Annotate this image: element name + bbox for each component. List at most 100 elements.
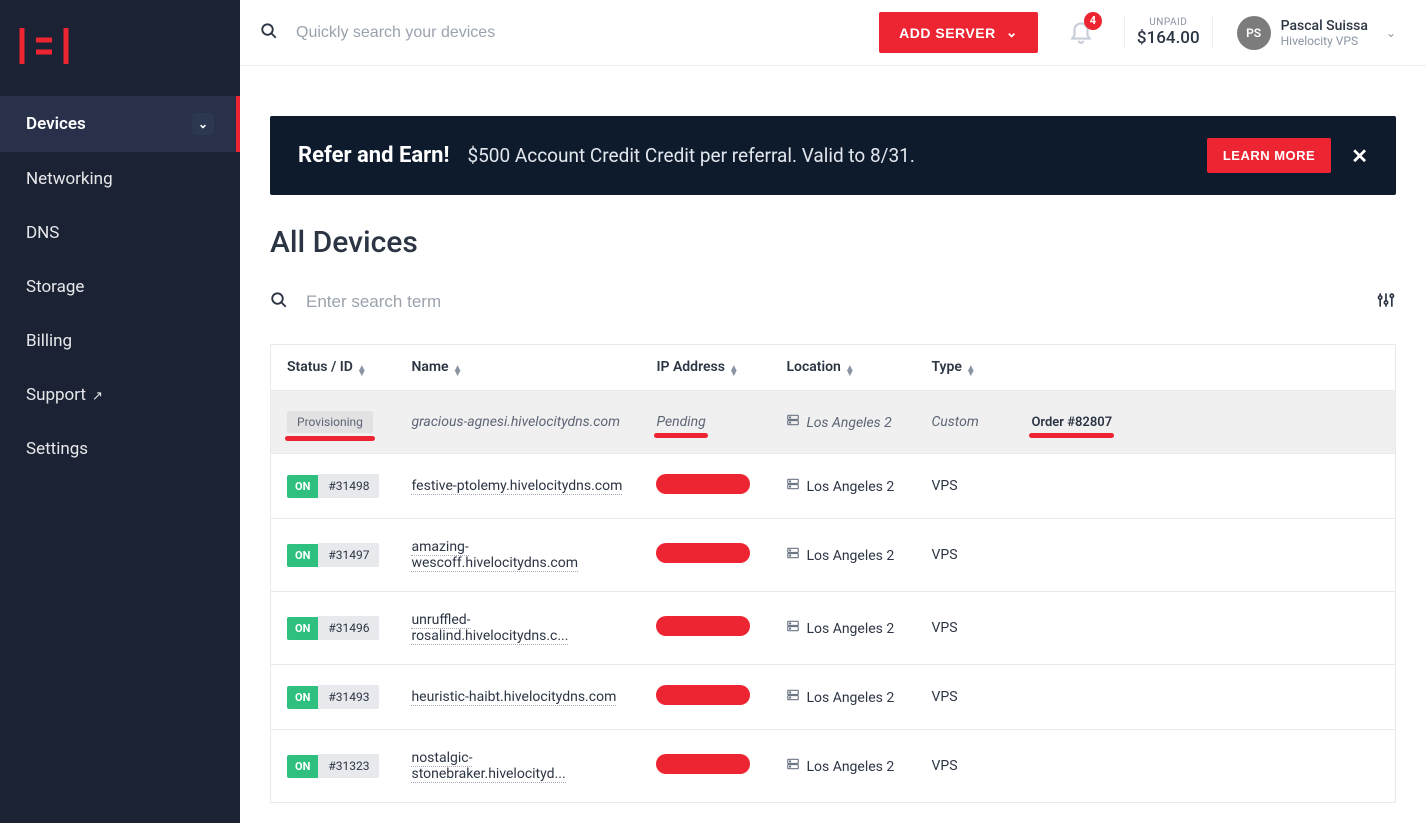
chevron-down-icon: ⌄ <box>192 113 214 135</box>
order-number: Order #82807 <box>1031 415 1112 430</box>
filter-icon[interactable] <box>1376 290 1396 315</box>
add-server-label: ADD SERVER <box>899 25 996 41</box>
device-id: #31323 <box>318 754 379 778</box>
notification-badge: 4 <box>1084 12 1102 30</box>
sidebar-item-label: Storage <box>26 277 84 297</box>
device-type: VPS <box>915 665 1015 730</box>
sidebar-item-settings[interactable]: Settings <box>0 422 240 476</box>
sidebar-item-support[interactable]: Support↗ <box>0 368 240 422</box>
table-row[interactable]: ON#31496 unruffled-rosalind.hivelocitydns… <box>271 592 1396 665</box>
status-badge: ON <box>287 686 318 709</box>
ip-pending: Pending <box>656 414 705 430</box>
status-cell: ON#31323 <box>287 754 379 778</box>
sidebar-item-devices[interactable]: Devices ⌄ <box>0 96 240 152</box>
table-row[interactable]: Provisioning gracious-agnesi.hivelocitydn… <box>271 391 1396 454</box>
ip-redacted <box>656 754 750 774</box>
nav: Devices ⌄ Networking DNS Storage Billing Suppo… <box>0 96 240 476</box>
table-row[interactable]: ON#31493 heuristic-haibt.hivelocitydns.co… <box>271 665 1396 730</box>
sidebar-item-label: Devices <box>26 114 86 134</box>
banner-text: $500 Account Credit Credit per referral.… <box>467 144 1206 167</box>
status-cell: ON#31496 <box>287 616 379 640</box>
device-type: VPS <box>915 454 1015 519</box>
table-toolbar <box>270 284 1396 320</box>
main: ADD SERVER ⌄ 4 UNPAID $164.00 PS Pascal … <box>240 0 1426 823</box>
status-badge: ON <box>287 617 318 640</box>
sidebar-item-dns[interactable]: DNS <box>0 206 240 260</box>
status-cell: ON#31498 <box>287 474 379 498</box>
sidebar-item-label: Settings <box>26 439 88 459</box>
table-search-input[interactable] <box>306 284 1358 320</box>
table-body: Provisioning gracious-agnesi.hivelocitydn… <box>271 391 1396 803</box>
device-location: Los Angeles 2 <box>770 665 915 730</box>
sort-icon: ▲▼ <box>357 366 367 376</box>
unpaid-label: UNPAID <box>1137 17 1200 28</box>
close-icon[interactable]: ✕ <box>1351 144 1368 168</box>
device-name-link[interactable]: nostalgic-stonebraker.hivelocityd... <box>411 750 565 783</box>
table-row[interactable]: ON#31498 festive-ptolemy.hivelocitydns.co… <box>271 454 1396 519</box>
device-name-link[interactable]: festive-ptolemy.hivelocitydns.com <box>411 478 622 495</box>
unpaid-block[interactable]: UNPAID $164.00 <box>1124 17 1213 48</box>
learn-more-button[interactable]: LEARN MORE <box>1207 138 1331 173</box>
notifications-button[interactable]: 4 <box>1056 18 1106 48</box>
sort-icon: ▲▼ <box>453 366 463 376</box>
device-name-link[interactable]: heuristic-haibt.hivelocitydns.com <box>411 689 616 706</box>
ip-redacted <box>656 543 750 563</box>
server-icon <box>786 415 800 431</box>
content: Refer and Earn! $500 Account Credit Cred… <box>240 66 1426 823</box>
search-icon <box>270 291 288 314</box>
device-location: Los Angeles 2 <box>770 730 915 803</box>
col-header[interactable]: Location▲▼ <box>770 345 915 391</box>
status-cell: ON#31493 <box>287 685 379 709</box>
device-location: Los Angeles 2 <box>770 592 915 665</box>
sidebar-item-label: Networking <box>26 169 113 189</box>
server-icon <box>786 479 800 495</box>
device-type: VPS <box>915 730 1015 803</box>
banner-title: Refer and Earn! <box>298 143 449 168</box>
sidebar-item-label: Support↗ <box>26 385 103 405</box>
sidebar-item-label: DNS <box>26 223 59 243</box>
ip-redacted <box>656 685 750 705</box>
server-icon <box>786 548 800 564</box>
logo-icon <box>18 28 222 64</box>
sidebar-item-billing[interactable]: Billing <box>0 314 240 368</box>
col-header[interactable]: Status / ID▲▼ <box>271 345 396 391</box>
status-badge: Provisioning <box>287 411 373 433</box>
ip-redacted <box>656 474 750 494</box>
profile-name: Pascal Suissa <box>1281 18 1368 34</box>
device-type: Custom <box>915 391 1015 454</box>
col-header[interactable]: Type▲▼ <box>915 345 1015 391</box>
col-header[interactable]: Name▲▼ <box>395 345 640 391</box>
unpaid-amount: $164.00 <box>1137 28 1200 48</box>
device-name-link[interactable]: unruffled-rosalind.hivelocitydns.c... <box>411 612 568 645</box>
sidebar-item-label: Billing <box>26 331 72 351</box>
status-badge: ON <box>287 475 318 498</box>
chevron-down-icon: ⌄ <box>1006 24 1018 41</box>
avatar: PS <box>1237 16 1271 50</box>
device-name: gracious-agnesi.hivelocitydns.com <box>395 391 640 454</box>
chevron-down-icon: ⌄ <box>1386 26 1396 40</box>
device-type: VPS <box>915 592 1015 665</box>
sidebar: Devices ⌄ Networking DNS Storage Billing Suppo… <box>0 0 240 823</box>
table-row[interactable]: ON#31323 nostalgic-stonebraker.hivelocity… <box>271 730 1396 803</box>
device-id: #31498 <box>318 474 379 498</box>
status-badge: ON <box>287 755 318 778</box>
sort-icon: ▲▼ <box>845 366 855 376</box>
topbar: ADD SERVER ⌄ 4 UNPAID $164.00 PS Pascal … <box>240 0 1426 66</box>
logo[interactable] <box>0 0 240 96</box>
sidebar-item-storage[interactable]: Storage <box>0 260 240 314</box>
device-name-link[interactable]: amazing-wescoff.hivelocitydns.com <box>411 539 578 572</box>
devices-table: Status / ID▲▼Name▲▼IP Address▲▼Location▲… <box>270 344 1396 803</box>
add-server-button[interactable]: ADD SERVER ⌄ <box>879 12 1038 53</box>
device-type: VPS <box>915 519 1015 592</box>
col-header[interactable]: IP Address▲▼ <box>640 345 770 391</box>
server-icon <box>786 621 800 637</box>
device-id: #31496 <box>318 616 379 640</box>
status-cell: ON#31497 <box>287 543 379 567</box>
device-location: Los Angeles 2 <box>770 519 915 592</box>
device-id: #31497 <box>318 543 379 567</box>
sidebar-item-networking[interactable]: Networking <box>0 152 240 206</box>
sort-icon: ▲▼ <box>729 366 739 376</box>
global-search-input[interactable] <box>296 24 861 42</box>
profile-menu[interactable]: PS Pascal Suissa Hivelocity VPS ⌄ <box>1231 16 1396 50</box>
table-row[interactable]: ON#31497 amazing-wescoff.hivelocitydns.co… <box>271 519 1396 592</box>
